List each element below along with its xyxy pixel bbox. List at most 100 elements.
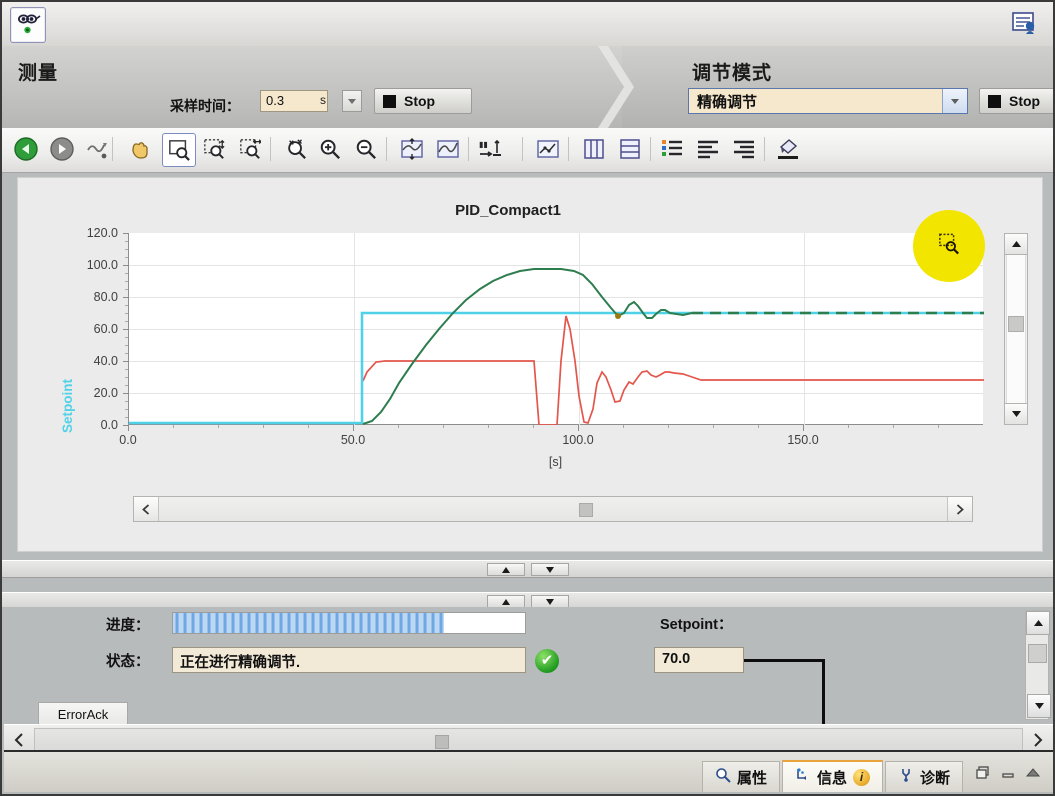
grid-vertical-icon[interactable]: [578, 133, 610, 165]
y-tick-label: 0.0: [100, 418, 118, 432]
scroll-down-button[interactable]: [1005, 403, 1027, 424]
scroll-up-button[interactable]: [1026, 611, 1050, 635]
tuning-mode-select[interactable]: 精确调节: [688, 88, 968, 114]
chart-curves: [129, 268, 984, 425]
status-bar: 属性 信息 i 诊断: [4, 750, 1053, 792]
report-icon[interactable]: [1009, 8, 1039, 38]
tab-properties-label: 属性: [736, 769, 767, 787]
x-tick-label: 0.0: [119, 433, 137, 447]
series-process-value: [362, 268, 693, 425]
sample-time-dropdown-button[interactable]: [342, 90, 362, 112]
setpoint-label: Setpoint：: [660, 617, 733, 633]
sample-time-label: 采样时间：: [170, 98, 240, 114]
scrollbar-thumb[interactable]: [579, 503, 593, 517]
zoom-vertical-icon[interactable]: [198, 133, 230, 165]
legend-color-icon[interactable]: [656, 133, 688, 165]
export-icon[interactable]: [772, 133, 804, 165]
y-tick-label: 100.0: [86, 258, 118, 272]
fit-curve-icon[interactable]: [432, 133, 464, 165]
mode-header-band: 测量 调节模式 采样时间： 0.3 s Stop 精确调节 Stop: [2, 46, 1053, 129]
forward-icon[interactable]: [46, 133, 78, 165]
series-setpoint: [129, 311, 984, 425]
progress-bar-fill: [173, 613, 445, 633]
scroll-down-button[interactable]: [1027, 694, 1051, 718]
status-value-field: 正在进行精确调节.: [172, 647, 526, 673]
scrollbar-thumb[interactable]: [435, 735, 449, 749]
measure-section: [2, 46, 622, 128]
zoom-out-icon[interactable]: [350, 133, 382, 165]
fit-vertical-icon[interactable]: [396, 133, 428, 165]
chart-style-icon[interactable]: [532, 133, 564, 165]
minimize-icon[interactable]: [1000, 765, 1016, 786]
y-tick-label: 120.0: [86, 226, 118, 240]
connector-wire: [744, 659, 825, 730]
zoom-in-icon[interactable]: [314, 133, 346, 165]
section-chevron-divider: [598, 46, 654, 128]
info-icon: [795, 767, 811, 787]
splitter-collapse-up-button[interactable]: [487, 563, 525, 576]
stop-tuning-button[interactable]: Stop: [979, 88, 1053, 114]
zoom-horizontal-icon[interactable]: [234, 133, 266, 165]
series-output: [362, 315, 984, 425]
scroll-right-button[interactable]: [947, 497, 972, 521]
panel-vertical-scrollbar[interactable]: [1025, 610, 1051, 720]
properties-icon: [715, 767, 731, 787]
tab-properties[interactable]: 属性: [701, 761, 780, 792]
zoom-area-cursor-icon: [938, 233, 960, 260]
collapse-icon[interactable]: [1025, 765, 1041, 786]
tuning-mode-value: 精确调节: [697, 94, 758, 111]
chart-vertical-scrollbar[interactable]: [1004, 233, 1028, 425]
status-label: 状态：: [106, 654, 150, 670]
splitter-collapse-down-button[interactable]: [531, 563, 569, 576]
tab-info[interactable]: 信息 i: [781, 760, 883, 792]
scrollbar-track[interactable]: [34, 728, 1023, 752]
progress-bar: [172, 612, 526, 634]
measure-cursor-icon[interactable]: ▮▮: [476, 133, 508, 165]
progress-label: 进度：: [106, 618, 150, 634]
x-tick-label: 100.0: [562, 433, 594, 447]
tab-diagnostics[interactable]: 诊断: [884, 761, 963, 792]
trend-chart-panel: PID_Compact1 Setpoint 120.0 100.0 80.0 6…: [17, 177, 1043, 552]
sample-time-input[interactable]: 0.3: [260, 90, 328, 112]
scrollbar-thumb[interactable]: [1028, 644, 1047, 663]
stop-square-icon: [383, 94, 396, 108]
y-tick-label: 60.0: [93, 322, 118, 336]
splitter-upper[interactable]: [2, 560, 1053, 578]
chart-plot-area[interactable]: [128, 233, 984, 425]
y-tick-label: 40.0: [93, 354, 118, 368]
chart-toolbar: ▮▮: [2, 128, 1053, 173]
x-tick-label: 150.0: [787, 433, 819, 447]
grid-horizontal-icon[interactable]: [614, 133, 646, 165]
restore-icon[interactable]: [975, 765, 991, 786]
check-icon: ✔: [535, 649, 559, 673]
stop-measurement-button[interactable]: Stop: [374, 88, 472, 114]
pid-tuning-window: 测量 调节模式 采样时间： 0.3 s Stop 精确调节 Stop ▮▮ PI…: [0, 0, 1055, 796]
align-left-icon[interactable]: [692, 133, 724, 165]
stop-tuning-label: Stop: [1009, 93, 1041, 109]
scrollbar-track[interactable]: [159, 497, 947, 521]
stop-square-icon: [988, 94, 1001, 108]
chart-horizontal-scrollbar[interactable]: [133, 496, 973, 522]
hand-pan-icon[interactable]: [124, 133, 156, 165]
title-strip: [2, 2, 1053, 47]
sample-time-unit: s: [320, 93, 326, 107]
info-badge: i: [852, 768, 870, 786]
scroll-up-button[interactable]: [1005, 234, 1027, 255]
zoom-reset-icon[interactable]: [280, 133, 312, 165]
y-tick-label: 80.0: [93, 290, 118, 304]
chevron-down-icon: [348, 98, 356, 104]
curve-marker: [615, 313, 621, 319]
scrollbar-thumb[interactable]: [1008, 316, 1024, 332]
stop-measurement-label: Stop: [404, 93, 436, 109]
back-icon[interactable]: [10, 133, 42, 165]
align-right-icon[interactable]: [728, 133, 760, 165]
x-tick-label: 50.0: [340, 433, 366, 447]
tuning-mode-dropdown-arrow[interactable]: [942, 89, 967, 113]
curve-select-icon[interactable]: [82, 133, 114, 165]
diagnostics-icon: [898, 767, 914, 787]
chevron-down-icon: [951, 98, 959, 104]
setpoint-value-field[interactable]: 70.0: [654, 647, 744, 673]
monitor-view-icon[interactable]: [10, 7, 46, 43]
zoom-area-icon[interactable]: [162, 133, 196, 167]
scroll-left-button[interactable]: [134, 497, 159, 521]
